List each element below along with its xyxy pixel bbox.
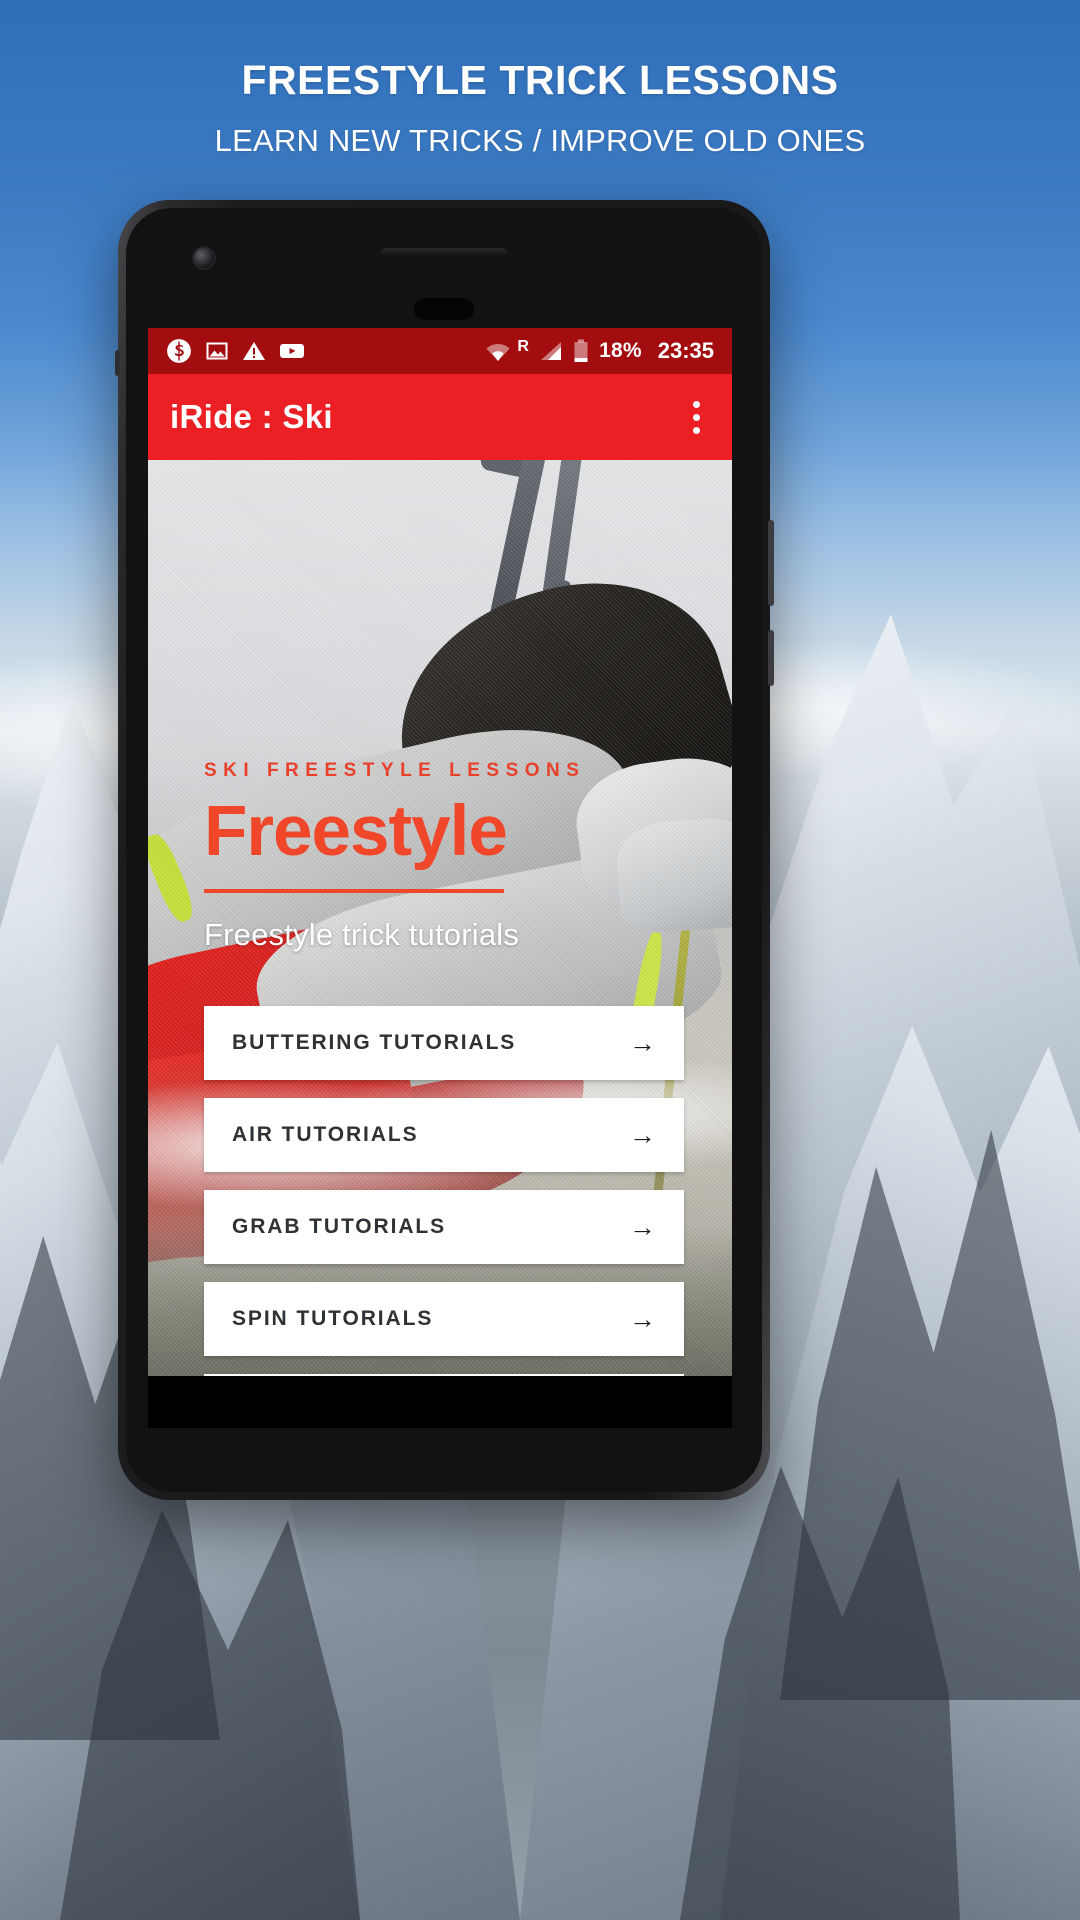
promo-title: FREESTYLE TRICK LESSONS: [241, 57, 839, 103]
wifi-icon: [486, 344, 510, 361]
status-bar-system: R 18% 23:35: [485, 338, 714, 364]
hero-divider: [204, 889, 504, 893]
sensor-slot: [414, 298, 474, 320]
youtube-notification-icon: [280, 344, 304, 358]
tutorial-row-grab[interactable]: GRAB TUTORIALS →: [204, 1190, 684, 1264]
tutorial-row-rail[interactable]: RAIL TUTORIALS →: [204, 1374, 684, 1376]
hero-title: Freestyle: [204, 792, 508, 871]
battery-icon: [574, 339, 588, 362]
tutorial-row-label: SPIN TUTORIALS: [232, 1307, 434, 1330]
promo-header: FREESTYLE TRICK LESSONS LEARN NEW TRICKS…: [0, 57, 1080, 159]
overflow-dot-1: [693, 400, 700, 408]
roaming-indicator: R: [517, 338, 530, 355]
front-camera-icon: [194, 248, 214, 268]
arrow-right-icon: →: [629, 1303, 656, 1334]
app-title: iRide : Ski: [170, 398, 333, 435]
cellular-signal-icon: [541, 342, 562, 360]
tutorial-row-air[interactable]: AIR TUTORIALS →: [204, 1098, 684, 1172]
tutorial-row-buttering[interactable]: BUTTERING TUTORIALS →: [204, 1006, 684, 1080]
left-side-button: [115, 350, 120, 376]
power-button[interactable]: [768, 520, 774, 606]
tutorial-list: BUTTERING TUTORIALS → AIR TUTORIALS → GR…: [204, 1006, 684, 1376]
hero-copy: SKI FREESTYLE LESSONS Freestyle Freestyl…: [204, 760, 692, 953]
promo-subtitle: LEARN NEW TRICKS / IMPROVE OLD ONES: [214, 123, 866, 159]
tutorial-row-spin[interactable]: SPIN TUTORIALS →: [204, 1282, 684, 1356]
overflow-dot-3: [693, 426, 700, 434]
tutorial-row-label: GRAB TUTORIALS: [232, 1215, 447, 1238]
app-bar: iRide : Ski: [148, 374, 732, 460]
tutorial-row-label: BUTTERING TUTORIALS: [232, 1031, 517, 1054]
overflow-menu-button[interactable]: [683, 393, 710, 442]
earpiece-speaker: [381, 248, 507, 257]
phone-mockup: R 18% 23:35 iRide : Ski SKI FREESTYLE LE…: [115, 200, 774, 1500]
arrow-right-icon: →: [629, 1027, 656, 1058]
arrow-right-icon: →: [629, 1211, 656, 1242]
phone-bottom-chin: [148, 1376, 732, 1428]
phone-screen: R 18% 23:35 iRide : Ski SKI FREESTYLE LE…: [148, 328, 732, 1376]
hero-eyebrow: SKI FREESTYLE LESSONS: [204, 760, 586, 781]
overflow-dot-2: [693, 413, 700, 421]
tutorial-row-label: AIR TUTORIALS: [232, 1123, 419, 1146]
volume-button[interactable]: [768, 630, 774, 686]
promo-banner: FREESTYLE TRICK LESSONS LEARN NEW TRICKS…: [0, 0, 1080, 1920]
arrow-right-icon: →: [629, 1119, 656, 1150]
hero-tagline: Freestyle trick tutorials: [204, 917, 520, 952]
battery-percent-label: 18%: [599, 339, 642, 362]
clock-label: 23:35: [657, 338, 714, 363]
warning-triangle-icon: [243, 342, 265, 360]
status-bar-notifications: [166, 338, 305, 364]
image-notification-icon: [206, 342, 228, 360]
hero-section: SKI FREESTYLE LESSONS Freestyle Freestyl…: [148, 460, 732, 1376]
s-logo-notification-icon: [167, 339, 191, 363]
status-bar: R 18% 23:35: [148, 328, 732, 374]
